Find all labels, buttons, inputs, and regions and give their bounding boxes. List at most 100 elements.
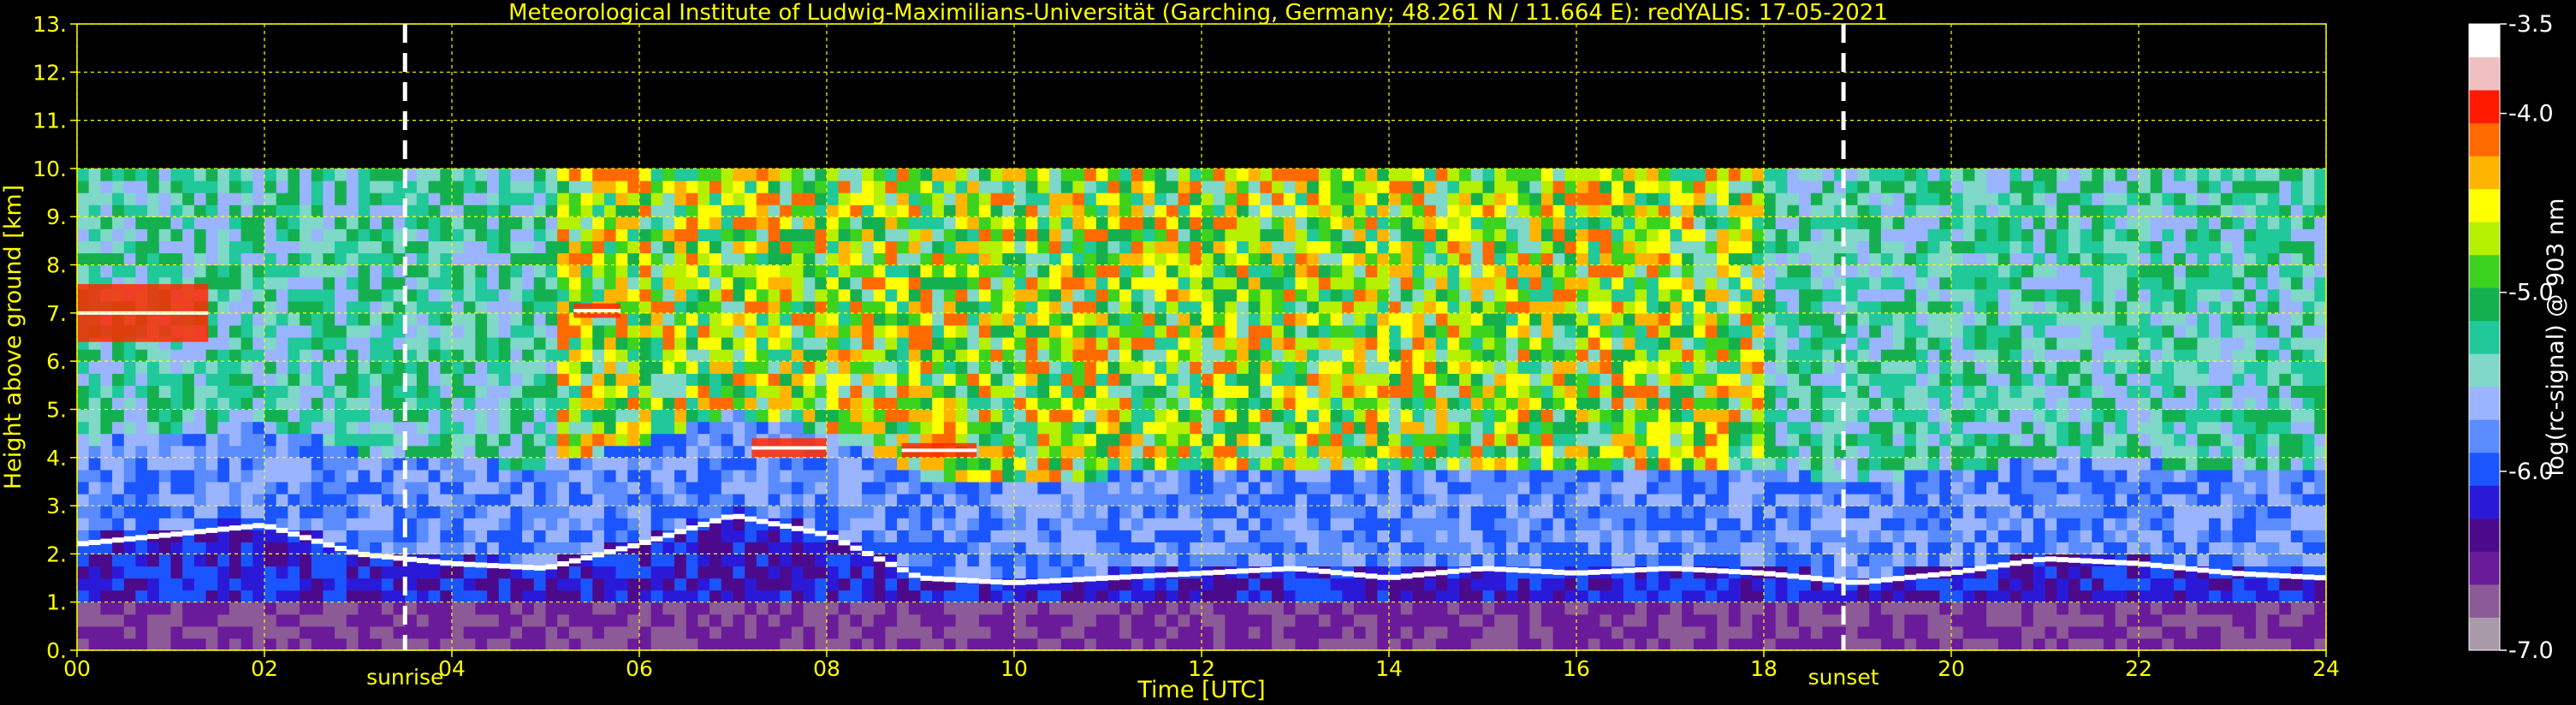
heatmap-cell — [77, 240, 90, 254]
heatmap-cell — [264, 566, 277, 579]
heatmap-cell — [768, 457, 781, 471]
heatmap-cell — [627, 589, 640, 603]
heatmap-cell — [862, 397, 875, 411]
heatmap-cell — [1318, 554, 1332, 567]
heatmap-cell — [1248, 506, 1261, 518]
heatmap-cell — [1470, 337, 1484, 350]
heatmap-cell — [463, 264, 476, 278]
heatmap-cell — [1131, 228, 1144, 241]
heatmap-cell — [978, 542, 992, 554]
heatmap-cell — [978, 288, 992, 302]
heatmap-cell — [533, 494, 547, 507]
heatmap-cell — [240, 397, 253, 411]
heatmap-cell — [252, 578, 265, 591]
heatmap-cell — [1166, 601, 1179, 615]
heatmap-cell — [955, 337, 968, 350]
heatmap-cell — [217, 445, 230, 459]
heatmap-cell — [112, 264, 125, 278]
heatmap-cell — [756, 240, 769, 254]
heatmap-cell — [416, 288, 430, 302]
heatmap-cell — [463, 324, 476, 338]
heatmap-cell — [568, 481, 582, 495]
heatmap-cell — [1107, 409, 1120, 423]
heatmap-cell — [1202, 252, 1214, 266]
heatmap-cell — [873, 542, 887, 554]
heatmap-cell — [955, 204, 968, 217]
heatmap-cell — [323, 373, 335, 386]
heatmap-cell — [1060, 530, 1074, 542]
heatmap-cell — [967, 181, 980, 193]
heatmap-cell — [1377, 181, 1390, 193]
heatmap-cell — [885, 566, 898, 579]
heatmap-cell — [1037, 240, 1050, 254]
heatmap-cell — [1424, 421, 1437, 435]
heatmap-cell — [815, 373, 828, 386]
heatmap-cell — [756, 168, 769, 181]
heatmap-cell — [77, 566, 90, 579]
heatmap-cell — [967, 349, 980, 362]
boundary-layer-top — [381, 554, 395, 560]
heatmap-cell — [346, 589, 359, 603]
heatmap-cell — [1447, 469, 1460, 483]
heatmap-cell — [780, 312, 792, 326]
heatmap-cell — [1202, 409, 1214, 423]
heatmap-cell — [522, 625, 535, 639]
heatmap-cell — [240, 312, 253, 326]
heatmap-cell — [77, 168, 90, 181]
heatmap-cell — [1342, 216, 1355, 229]
heatmap-cell — [193, 373, 207, 386]
heatmap-cell — [1060, 264, 1074, 278]
heatmap-cell — [1400, 216, 1413, 229]
heatmap-cell — [533, 589, 547, 603]
heatmap-cell — [862, 361, 875, 374]
heatmap-cell — [300, 578, 312, 591]
heatmap-cell — [1037, 168, 1050, 181]
heatmap-cell — [288, 168, 300, 181]
heatmap-cell — [873, 228, 887, 241]
heatmap-cell — [815, 397, 828, 411]
heatmap-cell — [1095, 433, 1109, 447]
heatmap-cell — [1143, 589, 1155, 603]
heatmap-cell — [650, 240, 663, 254]
heatmap-cell — [170, 481, 183, 495]
heatmap-cell — [1482, 349, 1495, 362]
heatmap-cell — [1131, 385, 1144, 398]
heatmap-cell — [1002, 276, 1015, 290]
heatmap-cell — [276, 445, 288, 459]
heatmap-cell — [193, 433, 207, 447]
heatmap-cell — [967, 566, 980, 579]
heatmap-cell — [182, 445, 195, 459]
heatmap-cell — [1424, 288, 1437, 302]
heatmap-cell — [1119, 228, 1132, 241]
heatmap-cell — [510, 409, 523, 423]
heatmap-cell — [416, 457, 430, 471]
heatmap-cell — [358, 397, 371, 411]
heatmap-cell — [733, 518, 745, 530]
heatmap-cell — [463, 637, 476, 651]
heatmap-cell — [815, 481, 828, 495]
heatmap-cell — [346, 518, 359, 530]
heatmap-cell — [205, 469, 218, 483]
heatmap-cell — [1213, 578, 1226, 591]
heatmap-cell — [920, 554, 933, 567]
heatmap-cell — [1060, 168, 1074, 181]
heatmap-cell — [158, 240, 172, 254]
heatmap-cell — [1470, 181, 1484, 193]
heatmap-cell — [815, 276, 828, 290]
heatmap-cell — [1143, 578, 1155, 591]
heatmap-cell — [276, 288, 288, 302]
heatmap-cell — [276, 385, 288, 398]
heatmap-cell — [639, 300, 652, 314]
heatmap-cell — [674, 506, 687, 518]
heatmap-cell — [920, 373, 933, 386]
heatmap-cell — [990, 625, 1003, 639]
heatmap-cell — [580, 288, 593, 302]
heatmap-cell — [170, 252, 183, 266]
heatmap-cell — [288, 457, 300, 471]
heatmap-cell — [815, 324, 828, 338]
heatmap-cell — [827, 168, 840, 181]
heatmap-cell — [545, 312, 558, 326]
heatmap-cell — [1459, 181, 1472, 193]
heatmap-cell — [627, 506, 640, 518]
heatmap-cell — [1482, 445, 1495, 459]
